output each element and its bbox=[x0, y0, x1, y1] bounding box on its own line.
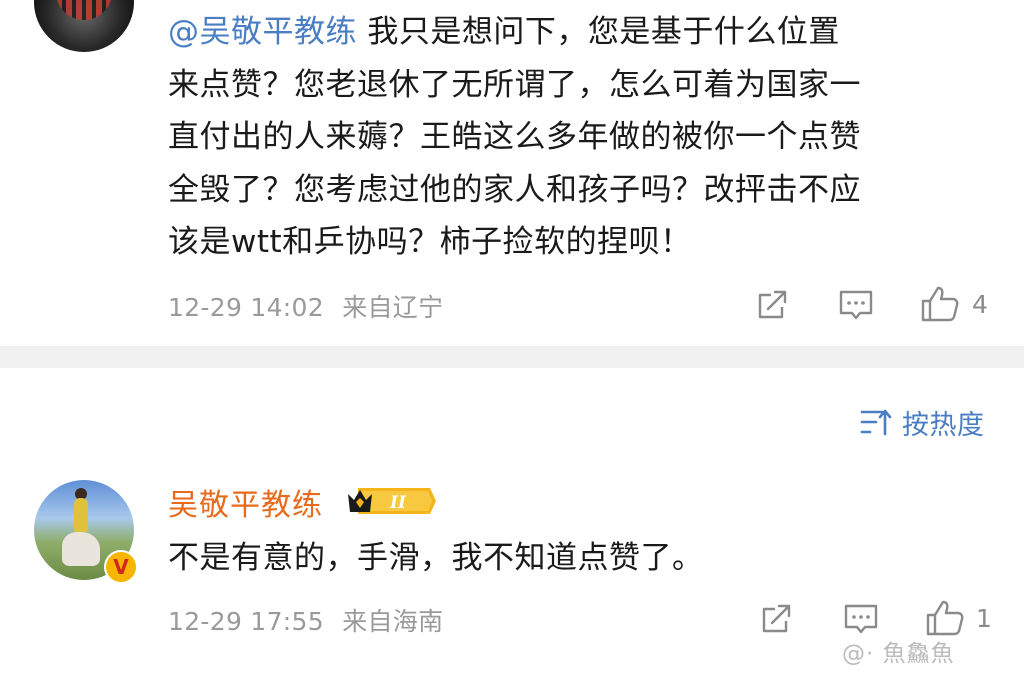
comment-thread: @吴敬平教练 我只是想问下，您是基于什么位置 来点赞？您老退休了无所谓了，怎么可… bbox=[0, 0, 1024, 676]
reply-location: 来自海南 bbox=[342, 607, 444, 636]
reply-icon[interactable] bbox=[843, 602, 879, 636]
reply-icon[interactable] bbox=[838, 288, 874, 322]
share-icon[interactable] bbox=[756, 288, 790, 322]
like-icon[interactable] bbox=[925, 599, 965, 637]
comment-line-4: 全毁了？您考虑过他的家人和孩子吗？改抨击不应 bbox=[168, 171, 861, 208]
comment-meta: 12-29 14:02 来自辽宁 bbox=[168, 288, 443, 324]
sort-icon bbox=[860, 409, 892, 436]
comment-line-1: 我只是想问下，您是基于什么位置 bbox=[357, 14, 840, 50]
comment-line-5: 该是wtt和乒协吗？柿子捡软的捏呗！ bbox=[168, 224, 692, 260]
like-icon[interactable] bbox=[920, 285, 960, 323]
comment-body: @吴敬平教练 我只是想问下，您是基于什么位置 来点赞？您老退休了无所谓了，怎么可… bbox=[168, 6, 988, 269]
verified-badge: V bbox=[104, 550, 138, 584]
fan-rank-badge: II bbox=[348, 488, 436, 514]
avatar-image bbox=[56, 0, 112, 20]
reply-meta: 12-29 17:55 来自海南 bbox=[168, 602, 443, 638]
reply-time: 12-29 17:55 bbox=[168, 607, 324, 636]
commenter-avatar[interactable] bbox=[34, 0, 134, 52]
comment-location: 来自辽宁 bbox=[342, 293, 444, 322]
sort-by-heat-button[interactable]: 按热度 bbox=[860, 402, 985, 442]
reply-body: 不是有意的，手滑，我不知道点赞了。 bbox=[168, 540, 704, 576]
comment-line-2: 来点赞？您老退休了无所谓了，怎么可着为国家一 bbox=[168, 66, 861, 103]
section-divider bbox=[0, 346, 1024, 368]
watermark: @· 魚鱻魚 bbox=[842, 641, 955, 667]
sort-label: 按热度 bbox=[902, 409, 985, 441]
avatar-rider bbox=[74, 498, 88, 532]
share-icon[interactable] bbox=[760, 602, 794, 636]
like-count: 4 bbox=[972, 290, 988, 319]
reply-like-count: 1 bbox=[976, 604, 992, 633]
rank-label: II bbox=[389, 493, 407, 513]
avatar-horse bbox=[62, 532, 100, 566]
comment-time: 12-29 14:02 bbox=[168, 293, 324, 322]
reply-username[interactable]: 吴敬平教练 bbox=[168, 480, 323, 524]
comment-line-3: 直付出的人来薅？王皓这么多年做的被你一个点赞 bbox=[168, 119, 861, 155]
mention-link[interactable]: @吴敬平教练 bbox=[168, 14, 357, 50]
